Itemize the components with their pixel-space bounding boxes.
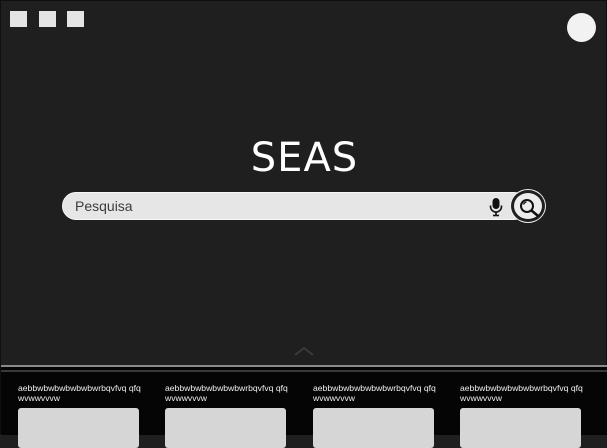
card-thumbnail[interactable] — [18, 408, 139, 448]
card-3[interactable]: aebbwbwbwbwbwbwrbqvfvq qfqwvwwvvvw — [313, 383, 441, 448]
card-thumbnail[interactable] — [313, 408, 434, 448]
window-icon-3[interactable] — [67, 11, 84, 27]
search-input[interactable] — [75, 193, 475, 219]
card-text: aebbwbwbwbwbwbwrbqvfvq qfqwvwwvvvw — [165, 383, 288, 403]
search-bar[interactable] — [62, 192, 528, 220]
search-button[interactable] — [511, 190, 545, 222]
window-icon-1[interactable] — [10, 11, 27, 27]
avatar[interactable] — [567, 13, 596, 42]
card-text: aebbwbwbwbwbwbwrbqvfvq qfqwvwwvvvw — [313, 383, 436, 403]
logo: SEAS — [250, 135, 359, 181]
card-thumbnail[interactable] — [460, 408, 581, 448]
bottom-panel: aebbwbwbwbwbwbwrbqvfvq qfqwvwwvvvw aebbw… — [1, 365, 607, 448]
card-4[interactable]: aebbwbwbwbwbwbwrbqvfvq qfqwvwwvvvw — [460, 383, 588, 448]
card-1[interactable]: aebbwbwbwbwbwbwrbqvfvq qfqwvwwvvvw — [18, 383, 146, 448]
card-text: aebbwbwbwbwbwbwrbqvfvq qfqwvwwvvvw — [460, 383, 583, 403]
card-thumbnail[interactable] — [165, 408, 286, 448]
microphone-icon[interactable] — [488, 197, 504, 217]
chevron-up-icon[interactable] — [293, 345, 315, 357]
card-text: aebbwbwbwbwbwbwrbqvfvq qfqwvwwvvvw — [18, 383, 141, 403]
window-icon-2[interactable] — [39, 11, 56, 27]
app-window: SEAS aebbwbwbwbwbwbwrbqvfvq qfqwvwwvvvw … — [0, 0, 607, 448]
search-icon — [520, 199, 539, 217]
card-2[interactable]: aebbwbwbwbwbwbwrbqvfvq qfqwvwwvvvw — [165, 383, 293, 448]
